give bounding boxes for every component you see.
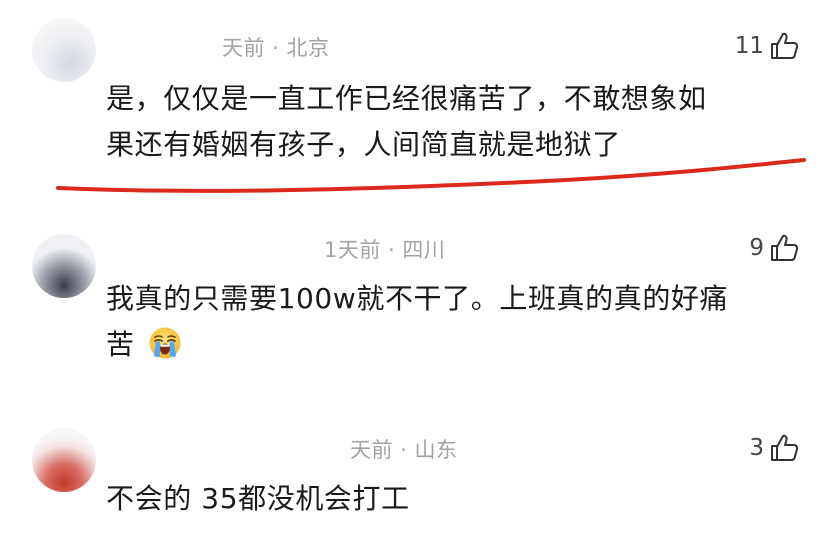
thumbs-up-icon — [768, 432, 800, 464]
comment-text-fragment: 苦 — [106, 328, 135, 361]
like-button[interactable]: 11 — [735, 30, 800, 62]
comment-text-line: 不会的 35都没机会打工 — [106, 482, 410, 515]
like-button[interactable]: 3 — [749, 432, 800, 464]
loudly-crying-face-emoji — [148, 326, 182, 360]
comment-text: 不会的 35都没机会打工 — [106, 476, 802, 522]
avatar[interactable] — [32, 18, 96, 82]
thumbs-up-icon — [768, 30, 800, 62]
highlight-underline — [56, 158, 806, 193]
comment-item: 天前 · 山东 3 不会的 35都没机会打工 — [0, 412, 828, 542]
comment-meta: 天前 · 山东 — [350, 438, 458, 462]
like-count: 11 — [734, 33, 764, 59]
like-count: 3 — [749, 435, 764, 461]
avatar[interactable] — [32, 428, 96, 492]
comment-text-line: 苦 — [106, 322, 802, 368]
like-button[interactable]: 9 — [749, 232, 800, 264]
like-count: 9 — [749, 235, 764, 261]
comment-text-line: 我真的只需要100w就不干了。上班真的真的好痛 — [106, 282, 729, 315]
thumbs-up-icon — [768, 232, 800, 264]
avatar[interactable] — [32, 234, 96, 298]
comment-text: 我真的只需要100w就不干了。上班真的真的好痛 苦 — [106, 276, 802, 368]
comment-text-line: 是，仅仅是一直工作已经很痛苦了，不敢想象如 — [106, 82, 707, 115]
comment-meta: 天前 · 北京 — [222, 36, 330, 60]
comment-list: 天前 · 北京 11 是，仅仅是一直工作已经很痛苦了，不敢想象如 果还有婚姻有孩… — [0, 0, 828, 554]
comment-meta: 1天前 · 四川 — [324, 238, 446, 262]
comment-item: 1天前 · 四川 9 我真的只需要100w就不干了。上班真的真的好痛 苦 — [0, 212, 828, 392]
